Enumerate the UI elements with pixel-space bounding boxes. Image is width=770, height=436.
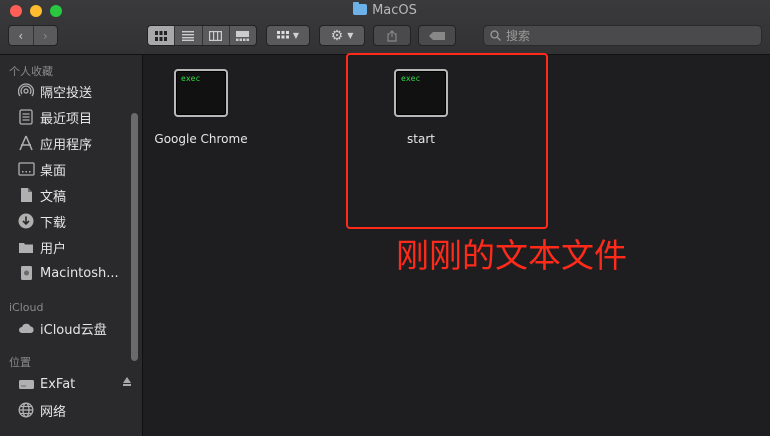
- tag-icon: [429, 31, 445, 40]
- gear-icon: ⚙: [330, 27, 344, 44]
- gallery-icon: [236, 30, 250, 41]
- list-icon: [182, 30, 195, 41]
- chevron-down-icon: ▼: [292, 31, 300, 40]
- titlebar: MacOS ‹ › ▼ ⚙ ▼ 搜索: [0, 0, 770, 55]
- group-grid-icon: [276, 30, 289, 38]
- favorites-header: 个人收藏: [9, 65, 53, 78]
- sidebar-item-airdrop[interactable]: 隔空投送: [17, 80, 127, 102]
- search-icon: [490, 30, 501, 41]
- chevron-down-icon: ▼: [347, 31, 354, 40]
- locations-header: 位置: [9, 356, 31, 369]
- network-icon: [17, 401, 35, 419]
- folder-icon: [353, 2, 368, 15]
- list-view-button[interactable]: [174, 26, 201, 45]
- sidebar-item-applications[interactable]: 应用程序: [17, 132, 127, 154]
- drive-icon: [17, 375, 35, 393]
- sidebar-item-recents[interactable]: 最近项目: [17, 106, 127, 128]
- sidebar-item-label: 应用程序: [40, 137, 93, 153]
- share-icon: [387, 29, 397, 42]
- finder-window: MacOS ‹ › ▼ ⚙ ▼ 搜索 个人收藏 隔空投送 最近项目 应用程序 桌…: [0, 0, 770, 436]
- window-title: MacOS: [0, 2, 770, 18]
- file-item-google-chrome[interactable]: exec Google Chrome: [141, 69, 261, 146]
- eject-icon[interactable]: [123, 377, 131, 386]
- icon-grid-icon: [155, 30, 168, 41]
- sidebar-scrollbar[interactable]: [131, 113, 138, 361]
- sidebar-item-desktop[interactable]: 桌面: [17, 158, 127, 180]
- icon-view-button[interactable]: [148, 26, 175, 45]
- forward-button[interactable]: ›: [32, 26, 58, 45]
- group-by-button[interactable]: ▼: [266, 25, 310, 46]
- share-button[interactable]: [373, 25, 411, 46]
- icloud-header: iCloud: [9, 301, 44, 314]
- sidebar-item-label: 桌面: [40, 163, 67, 179]
- sidebar-item-label: iCloud云盘: [40, 322, 107, 338]
- sidebar-item-macintosh-hd[interactable]: Macintosh...: [17, 262, 127, 284]
- applications-icon: [17, 134, 35, 152]
- annotation-text: 刚刚的文本文件: [396, 236, 627, 275]
- annotation-highlight-box: [346, 53, 548, 229]
- sidebar-item-label: 隔空投送: [40, 85, 93, 101]
- sidebar-item-label: 文稿: [40, 189, 67, 205]
- sidebar-item-label: 最近项目: [40, 111, 93, 127]
- cloud-icon: [17, 319, 35, 337]
- sidebar-item-network[interactable]: 网络: [17, 399, 127, 421]
- airdrop-icon: [17, 82, 35, 100]
- window-title-text: MacOS: [372, 3, 417, 18]
- view-mode-switcher: [147, 25, 257, 46]
- sidebar-item-label: ExFat: [40, 376, 76, 392]
- column-view-button[interactable]: [201, 26, 229, 45]
- chevron-right-icon: ›: [42, 28, 48, 43]
- sidebar-item-label: 下载: [40, 215, 67, 231]
- gallery-view-button[interactable]: [228, 26, 256, 45]
- search-field[interactable]: 搜索: [483, 25, 762, 46]
- columns-icon: [209, 30, 223, 41]
- exec-badge: exec: [181, 74, 201, 83]
- downloads-icon: [17, 212, 35, 230]
- sidebar: 个人收藏 隔空投送 最近项目 应用程序 桌面 文稿 下载 用户 Macintos…: [0, 55, 143, 436]
- documents-icon: [17, 186, 35, 204]
- search-placeholder: 搜索: [506, 29, 531, 43]
- sidebar-item-label: Macintosh...: [40, 265, 119, 281]
- disk-icon: [17, 264, 35, 282]
- sidebar-item-exfat[interactable]: ExFat: [17, 373, 131, 395]
- executable-icon: exec: [174, 69, 228, 117]
- back-button[interactable]: ‹: [9, 26, 33, 45]
- navigation-buttons: ‹ ›: [8, 25, 58, 46]
- folder-icon: [17, 238, 35, 256]
- recents-icon: [17, 108, 35, 126]
- file-name: Google Chrome: [154, 132, 248, 146]
- action-menu-button[interactable]: ⚙ ▼: [319, 25, 365, 46]
- sidebar-item-documents[interactable]: 文稿: [17, 184, 127, 206]
- desktop-icon: [17, 160, 35, 178]
- sidebar-item-users[interactable]: 用户: [17, 236, 127, 258]
- sidebar-item-label: 网络: [40, 404, 67, 420]
- chevron-left-icon: ‹: [18, 28, 24, 43]
- tag-button[interactable]: [418, 25, 456, 46]
- sidebar-item-icloud-drive[interactable]: iCloud云盘: [17, 317, 127, 339]
- sidebar-item-label: 用户: [40, 241, 67, 257]
- sidebar-item-downloads[interactable]: 下载: [17, 210, 127, 232]
